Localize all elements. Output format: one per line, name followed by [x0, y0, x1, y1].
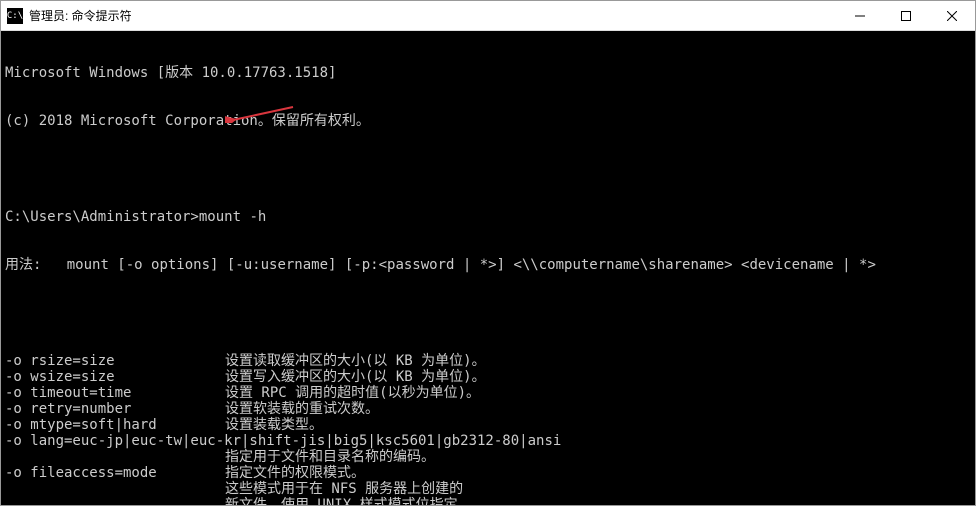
option-description: 指定用于文件和目录名称的编码。: [225, 449, 435, 465]
option-description: 新文件。使用 UNIX 样式模式位指定。: [225, 497, 472, 505]
prompt-line-1: C:\Users\Administrator>mount -h: [5, 209, 971, 225]
option-row: 这些模式用于在 NFS 服务器上创建的: [5, 481, 971, 497]
option-row: -o rsize=size设置读取缓冲区的大小(以 KB 为单位)。: [5, 353, 971, 369]
option-row: -o fileaccess=mode指定文件的权限模式。: [5, 465, 971, 481]
option-row: -o timeout=time设置 RPC 调用的超时值(以秒为单位)。: [5, 385, 971, 401]
option-flag: [5, 497, 225, 505]
usage-label: 用法:: [5, 257, 41, 273]
cmd-window: C:\ 管理员: 命令提示符 Microsoft Windows [版本 10.…: [0, 0, 976, 506]
titlebar[interactable]: C:\ 管理员: 命令提示符: [1, 1, 975, 31]
option-flag: -o fileaccess=mode: [5, 465, 225, 481]
cmd-icon: C:\: [7, 8, 23, 24]
blank-line: [5, 161, 971, 177]
blank-line: [5, 305, 971, 321]
option-row: 新文件。使用 UNIX 样式模式位指定。: [5, 497, 971, 505]
option-description: 设置写入缓冲区的大小(以 KB 为单位)。: [225, 369, 486, 385]
option-flag: -o lang=euc-jp|euc-tw|euc-kr|shift-jis|b…: [5, 433, 225, 449]
prompt-command: mount -h: [199, 209, 266, 225]
option-description: 这些模式用于在 NFS 服务器上创建的: [225, 481, 463, 497]
option-description: 指定文件的权限模式。: [225, 465, 365, 481]
option-row: 指定用于文件和目录名称的编码。: [5, 449, 971, 465]
option-row: -o wsize=size设置写入缓冲区的大小(以 KB 为单位)。: [5, 369, 971, 385]
option-flag: -o wsize=size: [5, 369, 225, 385]
option-description: 设置读取缓冲区的大小(以 KB 为单位)。: [225, 353, 486, 369]
option-description: 设置软装载的重试次数。: [225, 401, 379, 417]
option-flag: -o timeout=time: [5, 385, 225, 401]
usage-text: mount [-o options] [-u:username] [-p:<pa…: [41, 257, 875, 273]
usage-line: 用法: mount [-o options] [-u:username] [-p…: [5, 257, 971, 273]
option-flag: [5, 481, 225, 497]
maximize-button[interactable]: [883, 1, 929, 30]
options-list: -o rsize=size设置读取缓冲区的大小(以 KB 为单位)。-o wsi…: [5, 353, 971, 505]
option-flag: -o rsize=size: [5, 353, 225, 369]
close-button[interactable]: [929, 1, 975, 30]
terminal-output[interactable]: Microsoft Windows [版本 10.0.17763.1518] (…: [1, 31, 975, 505]
window-controls: [837, 1, 975, 30]
option-row: -o lang=euc-jp|euc-tw|euc-kr|shift-jis|b…: [5, 433, 971, 449]
option-flag: -o mtype=soft|hard: [5, 417, 225, 433]
option-row: -o retry=number设置软装载的重试次数。: [5, 401, 971, 417]
option-row: -o mtype=soft|hard设置装载类型。: [5, 417, 971, 433]
window-title: 管理员: 命令提示符: [29, 7, 837, 24]
option-flag: -o retry=number: [5, 401, 225, 417]
option-flag: [5, 449, 225, 465]
option-description: 设置 RPC 调用的超时值(以秒为单位)。: [225, 385, 480, 401]
copyright-line: (c) 2018 Microsoft Corporation。保留所有权利。: [5, 113, 971, 129]
version-line: Microsoft Windows [版本 10.0.17763.1518]: [5, 65, 971, 81]
prompt-path: C:\Users\Administrator>: [5, 209, 199, 225]
option-description: 设置装载类型。: [225, 417, 323, 433]
minimize-button[interactable]: [837, 1, 883, 30]
